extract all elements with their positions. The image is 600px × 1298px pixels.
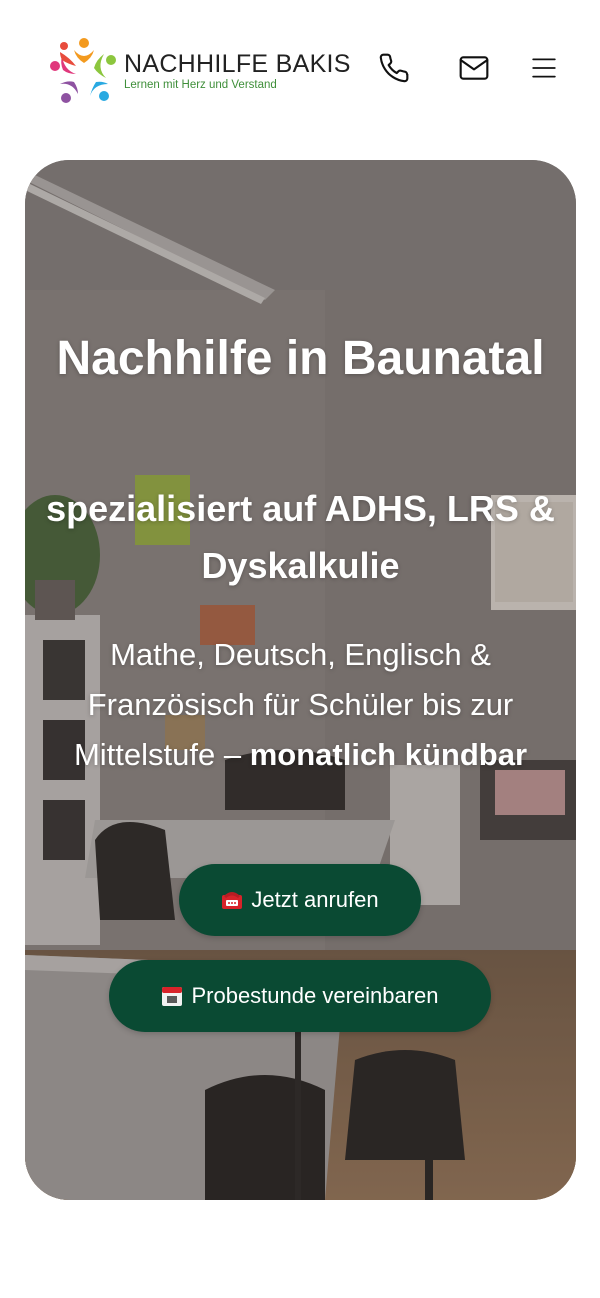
hero-content: Nachhilfe in Baunatal spezialisiert auf … [25, 160, 576, 1200]
hero-description: Mathe, Deutsch, Englisch & Französisch f… [45, 630, 556, 780]
calendar-emoji-icon [161, 985, 183, 1007]
page: NACHHILFE BAKIS Lernen mit Herz und Vers… [0, 0, 600, 1298]
book-trial-lesson-label: Probestunde vereinbaren [191, 983, 439, 1008]
phone-button[interactable] [374, 48, 414, 88]
logo[interactable]: NACHHILFE BAKIS Lernen mit Herz und Vers… [48, 36, 351, 108]
phone-icon [379, 53, 409, 83]
hero-section: Nachhilfe in Baunatal spezialisiert auf … [25, 160, 576, 1200]
mail-button[interactable] [454, 48, 494, 88]
brand-tagline: Lernen mit Herz und Verstand [124, 79, 277, 91]
menu-button[interactable] [524, 48, 564, 88]
hero-subtitle: spezialisiert auf ADHS, LRS & Dyskalkuli… [46, 488, 555, 586]
logo-mark-icon [50, 38, 116, 103]
hero-title: Nachhilfe in Baunatal [56, 332, 545, 385]
book-trial-lesson-button[interactable]: Probestunde vereinbaren [109, 960, 491, 1032]
brand-name: NACHHILFE BAKIS [124, 50, 351, 78]
mail-icon [459, 56, 489, 80]
call-now-button[interactable]: Jetzt anrufen [179, 864, 421, 936]
hero-description-highlight: monatlich kündbar [249, 737, 528, 772]
menu-icon [532, 58, 556, 78]
call-now-label: Jetzt anrufen [251, 887, 379, 912]
telephone-emoji-icon [221, 889, 243, 911]
site-header: NACHHILFE BAKIS Lernen mit Herz und Vers… [0, 0, 600, 136]
